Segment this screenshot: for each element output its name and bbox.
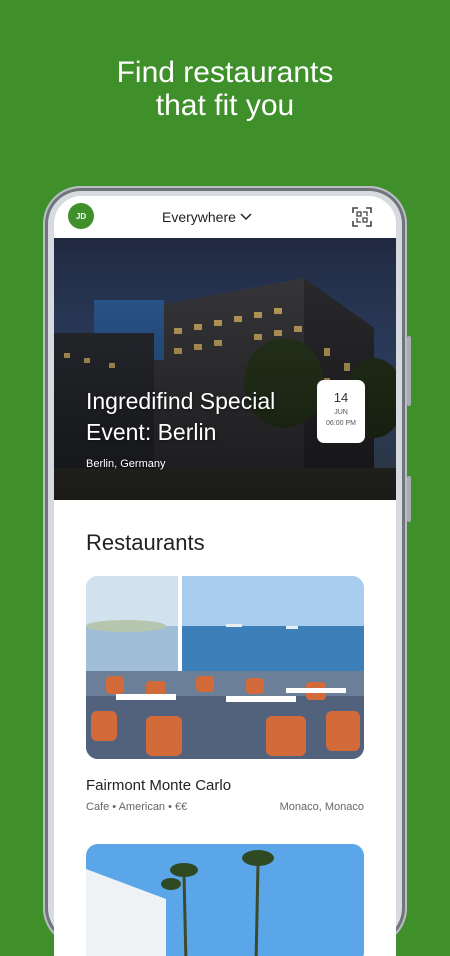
event-location: Berlin, Germany [86,458,166,470]
promo-headline: Find restaurants that fit you [0,56,450,122]
chevron-down-icon [240,213,252,221]
restaurant-name: Fairmont Monte Carlo [86,777,232,794]
restaurant-card[interactable] [86,844,364,956]
promo-line-2: that fit you [155,89,295,122]
top-bar: JD Everywhere [54,196,396,238]
location-label: Everywhere [162,209,236,225]
event-hero[interactable]: Ingredifind Special Event: Berlin Berlin… [54,238,396,500]
qr-scan-icon[interactable] [350,205,374,229]
restaurants-heading: Restaurants [86,530,205,555]
phone-volume-button [407,336,411,406]
restaurant-tags: Cafe • American • €€ [86,801,188,813]
location-selector[interactable]: Everywhere [162,206,253,228]
event-title: Ingredifind Special Event: Berlin [86,388,276,445]
restaurant-card[interactable]: Fairmont Monte Carlo Cafe • American • €… [86,576,364,813]
promo-line-1: Find restaurants [116,56,334,89]
event-date-month: JUN [334,409,348,416]
event-date-card: 14 JUN 06:00 PM [317,380,365,443]
event-date-time: 06:00 PM [326,420,356,427]
avatar[interactable]: JD [68,203,94,229]
restaurant-image [86,844,364,956]
restaurant-location: Monaco, Monaco [279,801,364,813]
app-screen: JD Everywhere Ingredifind Special Event:… [54,196,396,956]
event-date-day: 14 [333,390,349,405]
restaurant-meta: Cafe • American • €€ Monaco, Monaco [86,801,364,813]
phone-power-button [407,476,411,522]
phone-frame: JD Everywhere Ingredifind Special Event:… [43,186,411,956]
restaurant-image [86,576,364,759]
